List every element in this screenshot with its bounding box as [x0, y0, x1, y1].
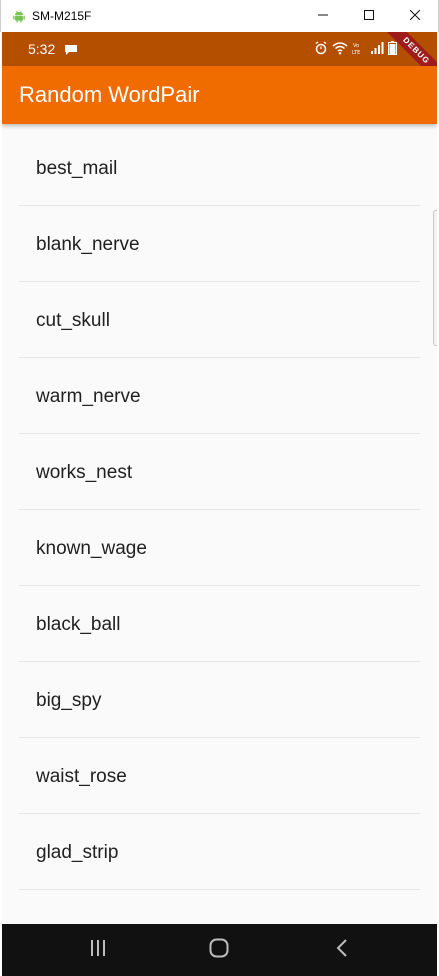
phone-screen: 5:32 Vo LTE DEBUG Random WordPair best_m…	[2, 32, 437, 976]
scrollbar[interactable]	[433, 210, 437, 346]
recents-icon	[90, 939, 106, 962]
list-item[interactable]: blank_nerve	[19, 206, 420, 282]
close-button[interactable]	[392, 0, 438, 32]
word-pair-label: blank_nerve	[36, 234, 140, 255]
word-pair-label: black_ball	[36, 614, 121, 635]
close-icon	[409, 7, 421, 25]
svg-text:Vo: Vo	[353, 43, 359, 49]
word-pair-label: waist_rose	[36, 766, 127, 787]
status-bar: 5:32 Vo LTE	[2, 32, 437, 66]
window-controls	[300, 0, 438, 32]
word-pair-list[interactable]: best_mail blank_nerve cut_skull warm_ner…	[2, 124, 437, 924]
minimize-icon	[318, 7, 328, 25]
window-titlebar: SM-M215F	[0, 0, 439, 32]
navigation-bar	[2, 924, 437, 976]
home-icon	[209, 938, 229, 963]
app-bar: Random WordPair	[2, 66, 437, 124]
list-item[interactable]: big_spy	[19, 662, 420, 738]
minimize-button[interactable]	[300, 0, 346, 32]
list-item[interactable]: cut_skull	[19, 282, 420, 358]
list-item[interactable]: best_mail	[19, 130, 420, 206]
message-icon	[64, 43, 78, 55]
recents-button[interactable]	[78, 934, 118, 966]
list-item[interactable]: works_nest	[19, 434, 420, 510]
back-icon	[336, 938, 348, 963]
word-pair-label: big_spy	[36, 690, 102, 711]
app-title: Random WordPair	[19, 82, 200, 107]
word-pair-label: works_nest	[36, 462, 133, 483]
alarm-icon	[314, 41, 328, 60]
svg-text:LTE: LTE	[352, 50, 360, 55]
word-pair-label: glad_strip	[36, 842, 119, 863]
list-item[interactable]: warm_nerve	[19, 358, 420, 434]
maximize-icon	[364, 7, 374, 25]
battery-icon	[388, 41, 397, 60]
status-time: 5:32	[28, 41, 56, 57]
word-pair-label: cut_skull	[36, 310, 110, 331]
status-indicators: Vo LTE	[314, 41, 397, 60]
word-pair-label: best_mail	[36, 158, 118, 179]
android-icon	[12, 9, 26, 23]
volte-icon: Vo LTE	[352, 41, 366, 60]
signal-icon	[370, 41, 384, 60]
word-pair-label: warm_nerve	[36, 386, 141, 407]
home-button[interactable]	[199, 934, 239, 966]
back-button[interactable]	[322, 934, 362, 966]
list-item[interactable]: known_wage	[19, 510, 420, 586]
list-item[interactable]: waist_rose	[19, 738, 420, 814]
wifi-icon	[332, 41, 348, 60]
word-pair-label: known_wage	[36, 538, 147, 559]
maximize-button[interactable]	[346, 0, 392, 32]
window-title: SM-M215F	[32, 9, 92, 23]
list-item[interactable]: black_ball	[19, 586, 420, 662]
list-item[interactable]: glad_strip	[19, 814, 420, 890]
